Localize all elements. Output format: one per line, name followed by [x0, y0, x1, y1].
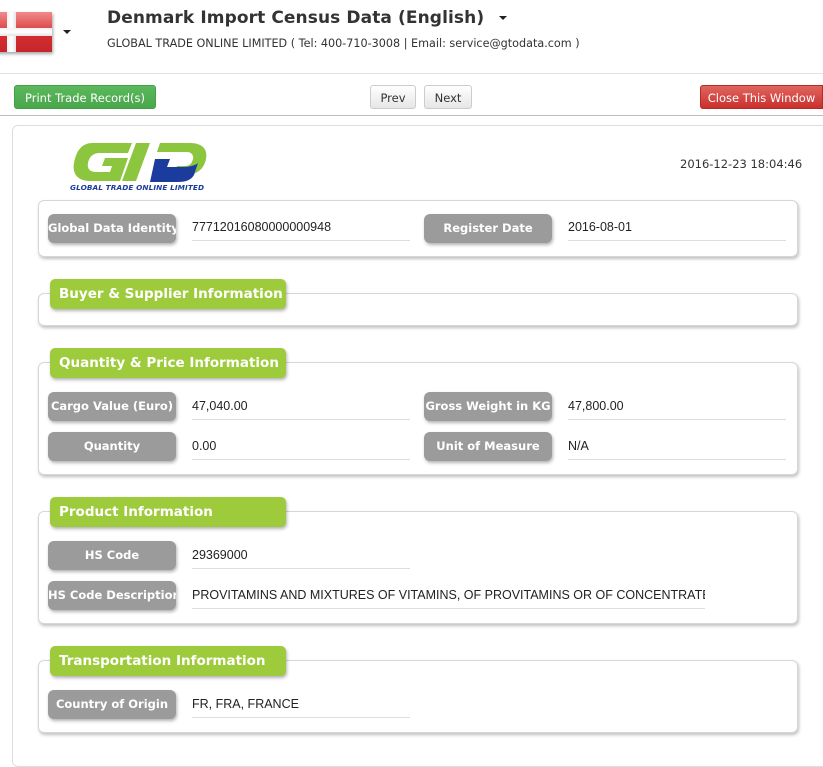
- cargo-value: 47,040.00: [192, 397, 410, 420]
- transportation-section-title: Transportation Information: [50, 646, 286, 676]
- hs-code-label: HS Code: [48, 541, 176, 570]
- quantity-value: 0.00: [192, 437, 410, 460]
- buyer-supplier-section-title: Buyer & Supplier Information: [50, 279, 286, 309]
- next-button[interactable]: Next: [424, 85, 472, 109]
- hs-code-description-label: HS Code Description: [48, 581, 176, 610]
- company-contact: GLOBAL TRADE ONLINE LIMITED ( Tel: 400-7…: [107, 37, 580, 50]
- close-window-button[interactable]: Close This Window: [700, 85, 823, 109]
- gross-weight-label: Gross Weight in KG: [424, 392, 552, 421]
- hs-code-description-value: PROVITAMINS AND MIXTURES OF VITAMINS, OF…: [192, 586, 705, 609]
- language-dropdown-caret-icon[interactable]: [499, 16, 508, 20]
- hs-code-value: 29369000: [192, 546, 410, 569]
- record-timestamp: 2016-12-23 18:04:46: [680, 157, 803, 171]
- country-dropdown-caret-icon[interactable]: [63, 30, 71, 34]
- denmark-flag-icon[interactable]: [0, 12, 52, 52]
- cargo-value-label: Cargo Value (Euro): [48, 392, 176, 421]
- country-of-origin-label: Country of Origin: [48, 690, 176, 719]
- quantity-label: Quantity: [48, 432, 176, 461]
- unit-of-measure-label: Unit of Measure: [424, 432, 552, 461]
- gross-weight-value: 47,800.00: [568, 397, 786, 420]
- page-header: Denmark Import Census Data (English) GLO…: [0, 0, 823, 74]
- unit-of-measure-value: N/A: [568, 437, 786, 460]
- logo-text: GLOBAL TRADE ONLINE LIMITED: [70, 183, 205, 192]
- country-of-origin-value: FR, FRA, FRANCE: [192, 695, 410, 718]
- flag-cross-horizontal: [0, 28, 52, 36]
- global-data-identity-label: Global Data Identity: [48, 214, 176, 243]
- print-trade-record-button[interactable]: Print Trade Record(s): [14, 85, 156, 109]
- toolbar-divider: [0, 115, 823, 116]
- register-date-value: 2016-08-01: [568, 218, 786, 241]
- quantity-price-section-title: Quantity & Price Information: [50, 348, 286, 378]
- register-date-label: Register Date: [424, 214, 552, 243]
- prev-button[interactable]: Prev: [370, 85, 416, 109]
- product-section-title: Product Information: [50, 497, 286, 527]
- global-data-identity-value: 77712016080000000948: [192, 218, 410, 241]
- title-wrap: Denmark Import Census Data (English): [107, 8, 508, 28]
- page-title[interactable]: Denmark Import Census Data (English): [107, 8, 484, 28]
